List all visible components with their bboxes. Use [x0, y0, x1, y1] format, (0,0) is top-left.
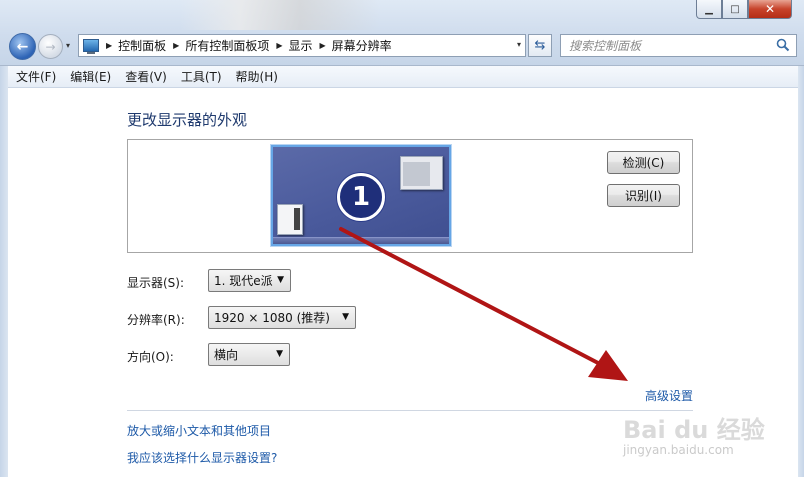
advanced-settings-link[interactable]: 高级设置 [645, 387, 693, 404]
menu-bar: 文件(F) 编辑(E) 查看(V) 工具(T) 帮助(H) [8, 66, 798, 88]
refresh-icon: ⇆ [534, 38, 546, 53]
background-window-blur [180, 0, 380, 30]
display-select[interactable]: 1. 现代e派 ▼ [208, 269, 291, 292]
monitor-number-badge: 1 [337, 173, 385, 221]
text-size-link[interactable]: 放大或缩小文本和其他项目 [127, 422, 271, 439]
monitor-taskbar-graphic [273, 237, 449, 244]
menu-edit[interactable]: 编辑(E) [64, 68, 117, 85]
detect-button[interactable]: 检测(C) [607, 151, 680, 174]
menu-tools[interactable]: 工具(T) [175, 68, 228, 85]
resolution-label: 分辨率(R): [127, 313, 185, 327]
section-divider [127, 410, 693, 411]
watermark-url: jingyan.baidu.com [623, 443, 734, 457]
orientation-select-value: 横向 [214, 348, 239, 362]
monitor-window-graphic [400, 156, 443, 190]
menu-help[interactable]: 帮助(H) [230, 68, 284, 85]
breadcrumb-control-panel[interactable]: 控制面板 [118, 37, 166, 54]
search-icon[interactable] [776, 38, 790, 52]
back-button[interactable]: ← [9, 33, 36, 60]
dropdown-arrow-icon: ▼ [277, 275, 284, 285]
identify-button[interactable]: 识别(I) [607, 184, 680, 207]
search-input[interactable] [569, 35, 774, 56]
window-frame-right [798, 66, 804, 477]
baidu-jingyan-watermark: Bai du 经验 jingyan.baidu.com [618, 410, 768, 462]
monitor-window-graphic [277, 204, 303, 235]
dropdown-arrow-icon: ▼ [342, 312, 349, 322]
breadcrumb-separator-icon[interactable]: ▶ [276, 41, 282, 50]
display-select-value: 1. 现代e派 [214, 274, 273, 288]
monitor-1-thumbnail[interactable]: 1 [271, 145, 451, 246]
orientation-label: 方向(O): [127, 350, 174, 364]
recent-pages-dropdown[interactable]: ▾ [66, 41, 70, 50]
menu-view[interactable]: 查看(V) [119, 68, 173, 85]
maximize-button[interactable]: □ [722, 0, 748, 19]
address-bar[interactable]: ▶ 控制面板 ▶ 所有控制面板项 ▶ 显示 ▶ 屏幕分辨率 ▾ [78, 34, 526, 57]
breadcrumb-all-items[interactable]: 所有控制面板项 [185, 37, 269, 54]
address-dropdown-icon[interactable]: ▾ [517, 40, 521, 49]
caption-buttons: ▁ □ ✕ [696, 0, 792, 19]
minimize-button[interactable]: ▁ [696, 0, 722, 19]
close-button[interactable]: ✕ [748, 0, 792, 19]
breadcrumb-screen-resolution[interactable]: 屏幕分辨率 [332, 37, 392, 54]
breadcrumb-separator-icon[interactable]: ▶ [173, 41, 179, 50]
orientation-select[interactable]: 横向 ▼ [208, 343, 290, 366]
control-panel-icon [83, 39, 99, 54]
refresh-button[interactable]: ⇆ [528, 34, 552, 57]
menu-file[interactable]: 文件(F) [10, 68, 62, 85]
display-label: 显示器(S): [127, 276, 185, 290]
watermark-brand: Bai du 经验 [623, 416, 765, 444]
forward-button[interactable]: → [38, 34, 63, 59]
search-box[interactable] [560, 34, 797, 57]
page-title: 更改显示器的外观 [127, 111, 248, 129]
breadcrumb-separator-icon[interactable]: ▶ [320, 41, 326, 50]
resolution-select-value: 1920 × 1080 (推荐) [214, 311, 330, 325]
dropdown-arrow-icon: ▼ [276, 349, 283, 359]
forward-arrow-icon: → [45, 39, 56, 54]
window-frame-left [0, 66, 8, 477]
resolution-select[interactable]: 1920 × 1080 (推荐) ▼ [208, 306, 356, 329]
breadcrumb-display[interactable]: 显示 [289, 37, 313, 54]
back-arrow-icon: ← [16, 38, 29, 55]
display-settings-help-link[interactable]: 我应该选择什么显示器设置? [127, 449, 277, 466]
breadcrumb-separator-icon[interactable]: ▶ [106, 41, 112, 50]
